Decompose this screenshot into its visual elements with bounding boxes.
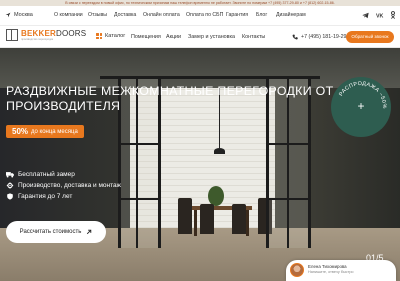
promo-badge: 50% до конца месяца	[6, 125, 84, 138]
feature-free-measure: Бесплатный замер	[6, 171, 75, 178]
hero-table-leg	[246, 210, 249, 236]
chat-widget[interactable]: Елена Тихомирова Напишите, отвечу быстро	[286, 260, 396, 281]
shield-icon	[7, 193, 13, 200]
top-link-online-payment[interactable]: Онлайн оплата	[143, 12, 180, 18]
feature-warranty: Гарантия до 7 лет	[6, 193, 72, 200]
top-link-sbp-payment[interactable]: Оплата по СБП	[186, 12, 223, 18]
partition-frame	[118, 198, 161, 200]
top-link-reviews[interactable]: Отзывы	[88, 12, 107, 18]
hero-chair	[200, 204, 214, 234]
promo-percent: 50%	[12, 127, 29, 136]
phone-text: +7 (495) 181-19-29	[301, 34, 347, 40]
chat-subtitle: Напишите, отвечу быстро	[308, 270, 354, 274]
top-link-about[interactable]: О компании	[54, 12, 83, 18]
catalog-label: Каталог	[105, 33, 126, 39]
callback-button[interactable]: Обратный звонок	[346, 31, 394, 43]
plus-icon: +	[357, 99, 365, 113]
catalog-button[interactable]: Каталог	[96, 33, 125, 39]
feature-production: Производство, доставка и монтаж	[6, 182, 121, 189]
top-link-warranty[interactable]: Гарантия	[226, 12, 248, 18]
partition-frame	[118, 143, 161, 145]
secondary-nav: Москва О компании Отзывы Доставка Онлайн…	[0, 6, 400, 26]
hero-title: Раздвижные межкомнатные перегородки от п…	[6, 84, 334, 113]
logo-brand-b: DOORS	[55, 29, 87, 38]
odnoklassniki-icon[interactable]	[390, 11, 396, 19]
avatar	[290, 263, 304, 277]
menu-item-rooms[interactable]: Помещения	[131, 34, 161, 40]
logo-mark-icon	[6, 29, 18, 41]
feature-label: Бесплатный замер	[18, 171, 75, 178]
truck-icon	[6, 172, 14, 178]
partition-frame	[266, 198, 311, 200]
partition-frame	[266, 143, 311, 145]
telegram-icon[interactable]	[362, 12, 369, 19]
feature-label: Производство, доставка и монтаж	[18, 182, 122, 189]
top-link-designers[interactable]: Дизайнерам	[276, 12, 306, 18]
city-label: Москва	[14, 12, 33, 18]
logo-tagline: производство перегородок	[21, 38, 54, 41]
logo-brand-a: BEKKER	[21, 29, 56, 38]
top-link-blog[interactable]: Блог	[256, 12, 267, 18]
promo-text: до конца месяца	[31, 128, 78, 135]
gear-icon	[6, 182, 14, 189]
menu-item-promotions[interactable]: Акции	[166, 34, 181, 40]
calculate-cost-button[interactable]: Рассчитать стоимость	[6, 221, 106, 243]
partition-rail	[100, 76, 320, 79]
catalog-grid-icon	[96, 33, 102, 39]
arrow-up-right-icon	[87, 229, 92, 235]
main-header: BEKKERDOORS производство перегородок Кат…	[0, 26, 400, 48]
calculate-cost-label: Рассчитать стоимость	[19, 229, 82, 235]
svg-text:VK: VK	[376, 14, 384, 20]
logo-wordmark: BEKKERDOORS	[21, 29, 86, 38]
menu-item-measure-install[interactable]: Замер и установка	[188, 34, 235, 40]
top-link-delivery[interactable]: Доставка	[114, 12, 136, 18]
hero-lamp-icon	[214, 148, 225, 154]
city-selector[interactable]: Москва	[5, 12, 33, 18]
phone-icon	[292, 34, 298, 40]
location-pin-icon	[5, 12, 11, 18]
logo[interactable]: BEKKERDOORS производство перегородок	[6, 29, 86, 41]
hero-plant	[208, 186, 224, 206]
phone-number[interactable]: +7 (495) 181-19-29	[292, 34, 347, 40]
page: В связи с переездом в новый офис, по тех…	[0, 0, 400, 281]
hero-chair	[232, 204, 246, 234]
menu-item-contacts[interactable]: Контакты	[242, 34, 265, 40]
vk-icon[interactable]: VK	[376, 12, 384, 20]
hero-table-leg	[194, 210, 197, 236]
hero-chair	[178, 198, 192, 234]
feature-label: Гарантия до 7 лет	[18, 193, 73, 200]
chat-agent-name: Елена Тихомирова	[308, 264, 347, 269]
